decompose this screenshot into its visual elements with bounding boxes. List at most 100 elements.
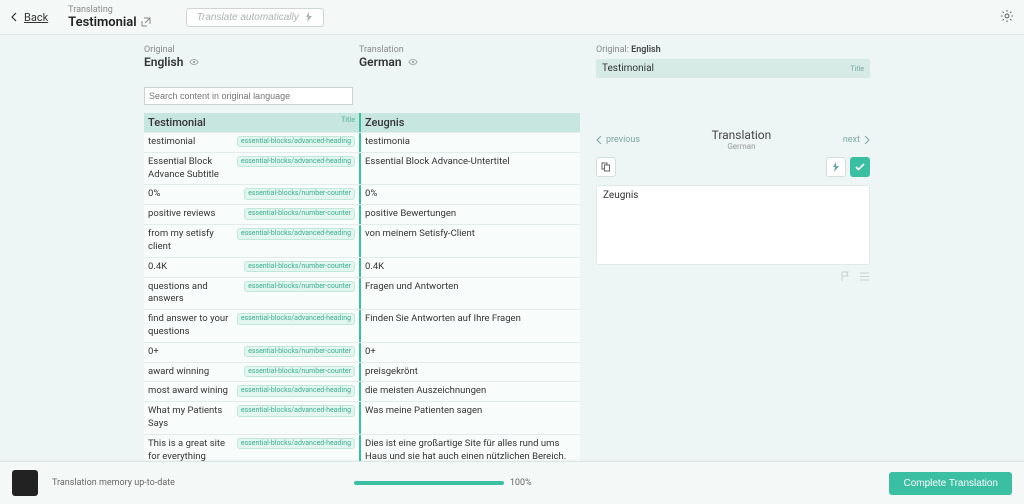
row-original-text: testimonial bbox=[148, 136, 237, 149]
detail-original-prefix: Original: bbox=[596, 45, 629, 55]
row-original-text: 0+ bbox=[148, 346, 244, 359]
confirm-translation-button[interactable] bbox=[850, 157, 870, 177]
table-row[interactable]: award winningessential-blocks/number-cou… bbox=[144, 362, 580, 382]
prev-button[interactable]: previous bbox=[596, 135, 640, 145]
auto-translate-label: Translate automatically bbox=[197, 12, 299, 23]
table-row[interactable]: from my setisfy clientessential-blocks/a… bbox=[144, 224, 580, 257]
row-original-text: Essential Block Advance Subtitle bbox=[148, 156, 237, 182]
arrow-left-icon bbox=[10, 12, 20, 22]
table-row[interactable]: 0.4Kessential-blocks/number-counter0.4K bbox=[144, 257, 580, 277]
app-badge bbox=[12, 470, 38, 496]
original-language: English bbox=[144, 55, 183, 69]
row-block-badge: essential-blocks/number-counter bbox=[244, 281, 355, 292]
row-block-badge: essential-blocks/advanced-heading bbox=[237, 156, 355, 167]
list-icon[interactable] bbox=[859, 271, 870, 282]
chevron-left-icon bbox=[596, 136, 602, 144]
row-translation-text: positive Bewertungen bbox=[359, 205, 580, 224]
row-block-badge: essential-blocks/number-counter bbox=[244, 208, 355, 219]
translation-editor[interactable]: Zeugnis bbox=[596, 185, 870, 265]
main-content: Original English Translation German Test bbox=[0, 35, 1024, 461]
table-row[interactable]: This is a great site for everything arou… bbox=[144, 434, 580, 461]
row-original-text: find answer to your questions bbox=[148, 313, 237, 339]
table-row[interactable]: What my Patients Saysessential-blocks/ad… bbox=[144, 401, 580, 434]
row-block-badge: essential-blocks/advanced-heading bbox=[237, 313, 355, 324]
next-button[interactable]: next bbox=[843, 135, 870, 145]
row-translation-text: Essential Block Advance-Untertitel bbox=[359, 153, 580, 185]
row-block-badge: essential-blocks/number-counter bbox=[244, 366, 355, 377]
row-translation-text: 0.4K bbox=[359, 258, 580, 277]
row-original-text: 0.4K bbox=[148, 261, 244, 274]
row-block-badge: essential-blocks/number-counter bbox=[244, 346, 355, 357]
back-button[interactable]: Back bbox=[10, 11, 48, 24]
flag-icon[interactable] bbox=[840, 271, 851, 282]
row-original-text: 0% bbox=[148, 188, 244, 201]
chevron-right-icon bbox=[864, 136, 870, 144]
back-label: Back bbox=[24, 11, 48, 24]
original-label: Original bbox=[144, 45, 359, 55]
row-translation-text: preisgekrönt bbox=[359, 363, 580, 382]
translation-language: German bbox=[359, 55, 402, 69]
row-translation-text: 0+ bbox=[359, 343, 580, 362]
translation-table: Testimonial Title Zeugnis testimonialess… bbox=[144, 113, 580, 461]
bolt-icon bbox=[305, 12, 313, 22]
detail-original-row[interactable]: Testimonial Title bbox=[596, 59, 870, 78]
row-original-text: from my setisfy client bbox=[148, 228, 237, 254]
gear-icon bbox=[1000, 9, 1014, 23]
translate-automatically-button[interactable]: Translate automatically bbox=[186, 8, 324, 27]
breadcrumb-context: Translating bbox=[68, 5, 150, 15]
table-head-chip: Title bbox=[341, 116, 355, 124]
translation-grid-panel: Original English Translation German Test bbox=[0, 35, 580, 461]
copy-original-button[interactable] bbox=[596, 157, 616, 177]
row-translation-text: Was meine Patienten sagen bbox=[359, 402, 580, 434]
row-block-badge: essential-blocks/advanced-heading bbox=[237, 385, 355, 396]
row-block-badge: essential-blocks/advanced-heading bbox=[237, 405, 355, 416]
row-block-badge: essential-blocks/number-counter bbox=[244, 261, 355, 272]
translation-label: Translation bbox=[359, 45, 580, 55]
row-original-text: most award wining bbox=[148, 385, 237, 398]
settings-button[interactable] bbox=[1000, 9, 1014, 26]
row-block-badge: essential-blocks/advanced-heading bbox=[237, 438, 355, 449]
table-row[interactable]: Essential Block Advance Subtitleessentia… bbox=[144, 152, 580, 185]
copy-icon bbox=[601, 162, 611, 172]
row-original-text: positive reviews bbox=[148, 208, 244, 221]
external-link-icon[interactable] bbox=[141, 17, 151, 27]
breadcrumb: Translating Testimonial bbox=[68, 5, 150, 30]
check-icon bbox=[855, 163, 865, 171]
table-head-original: Testimonial bbox=[148, 116, 206, 129]
table-head-translation: Zeugnis bbox=[359, 113, 580, 132]
row-original-text: This is a great site for everything arou… bbox=[148, 438, 237, 461]
row-translation-text: Dies ist eine großartige Site für alles … bbox=[359, 435, 580, 461]
table-row[interactable]: find answer to your questionsessential-b… bbox=[144, 309, 580, 342]
row-block-badge: essential-blocks/number-counter bbox=[244, 188, 355, 199]
progress-indicator: 100% bbox=[354, 478, 532, 488]
detail-original-value: Testimonial bbox=[602, 63, 654, 74]
row-block-badge: essential-blocks/advanced-heading bbox=[237, 136, 355, 147]
table-row[interactable]: testimonialessential-blocks/advanced-hea… bbox=[144, 132, 580, 152]
table-row[interactable]: questions and answersessential-blocks/nu… bbox=[144, 277, 580, 310]
detail-heading: Translation bbox=[712, 128, 772, 142]
progress-percent: 100% bbox=[510, 478, 532, 488]
complete-translation-button[interactable]: Complete Translation bbox=[889, 472, 1012, 495]
row-original-text: questions and answers bbox=[148, 281, 244, 307]
detail-panel: Original: English Testimonial Title prev… bbox=[580, 35, 1024, 461]
table-row[interactable]: most award winingessential-blocks/advanc… bbox=[144, 381, 580, 401]
table-row[interactable]: 0+essential-blocks/number-counter0+ bbox=[144, 342, 580, 362]
eye-icon[interactable] bbox=[408, 57, 418, 67]
row-translation-text: 0% bbox=[359, 185, 580, 204]
top-bar: Back Translating Testimonial Translate a… bbox=[0, 0, 1024, 35]
table-row[interactable]: 0%essential-blocks/number-counter0% bbox=[144, 184, 580, 204]
eye-icon[interactable] bbox=[189, 57, 199, 67]
row-translation-text: die meisten Auszeichnungen bbox=[359, 382, 580, 401]
row-original-text: award winning bbox=[148, 366, 244, 379]
row-translation-text: testimonia bbox=[359, 133, 580, 152]
page-title: Testimonial bbox=[68, 15, 136, 30]
row-block-badge: essential-blocks/advanced-heading bbox=[237, 228, 355, 239]
row-translation-text: Fragen und Antworten bbox=[359, 278, 580, 310]
table-row[interactable]: positive reviewsessential-blocks/number-… bbox=[144, 204, 580, 224]
search-input[interactable] bbox=[144, 87, 353, 105]
status-bar: Translation memory up-to-date 100% Compl… bbox=[0, 461, 1024, 504]
row-translation-text: von meinem Setisfy-Client bbox=[359, 225, 580, 257]
auto-translate-field-button[interactable] bbox=[826, 157, 846, 177]
row-translation-text: Finden Sie Antworten auf Ihre Fragen bbox=[359, 310, 580, 342]
row-original-text: What my Patients Says bbox=[148, 405, 237, 431]
